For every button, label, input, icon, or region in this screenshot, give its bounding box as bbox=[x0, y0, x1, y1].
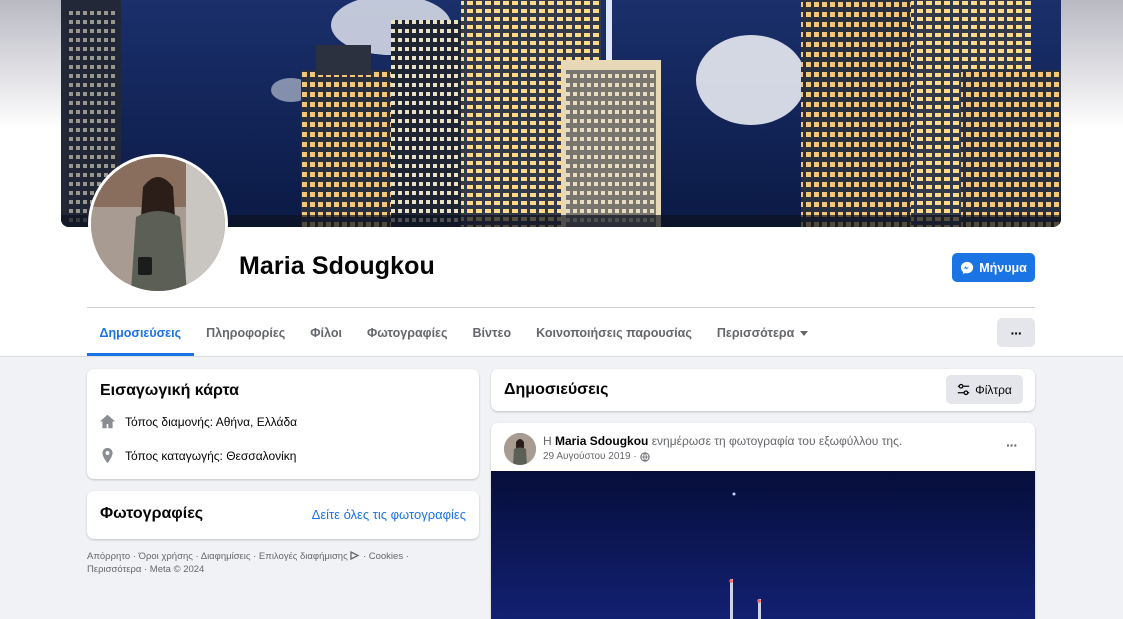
globe-icon bbox=[640, 451, 650, 462]
intro-card: Εισαγωγική κάρτα Τόπος διαμονής: Αθήνα, … bbox=[87, 369, 479, 479]
tab-more[interactable]: Περισσότερα bbox=[704, 310, 820, 356]
post-header-text: Η Maria Sdougkou ενημέρωσε τη φωτογραφία… bbox=[543, 434, 902, 448]
caret-down-icon bbox=[800, 330, 809, 336]
posts-title: Δημοσιεύσεις bbox=[504, 381, 609, 398]
more-options-button[interactable]: ··· bbox=[997, 318, 1035, 347]
home-icon bbox=[99, 414, 116, 429]
tab-friends[interactable]: Φίλοι bbox=[298, 310, 355, 356]
tab-label: Πληροφορίες bbox=[206, 326, 286, 340]
profile-header: Maria Sdougkou Μήνυμα Δημοσιεύσεις Πληρο… bbox=[0, 0, 1123, 357]
post-more-options-button[interactable]: ··· bbox=[1006, 437, 1018, 453]
post-prefix: Η bbox=[543, 434, 552, 448]
message-button-label: Μήνυμα bbox=[979, 260, 1027, 275]
photos-title: Φωτογραφίες bbox=[100, 505, 204, 522]
tab-posts[interactable]: Δημοσιεύσεις bbox=[87, 310, 194, 356]
post-cover-photo[interactable] bbox=[491, 471, 1035, 619]
messenger-icon bbox=[961, 261, 974, 274]
filters-button[interactable]: Φίλτρα bbox=[946, 375, 1023, 404]
tab-label: Φωτογραφίες bbox=[366, 326, 448, 340]
footer-links: Απόρρητο · Όροι χρήσης · Διαφημίσεις · Ε… bbox=[87, 550, 447, 576]
tab-label: Βίντεο bbox=[472, 326, 512, 340]
profile-name: Maria Sdougkou bbox=[239, 252, 435, 280]
night-sky-image bbox=[491, 471, 1035, 619]
post-card: Η Maria Sdougkou ενημέρωσε τη φωτογραφία… bbox=[491, 423, 1035, 619]
header-divider bbox=[87, 307, 1035, 308]
adchoices-icon bbox=[350, 550, 360, 561]
filter-sliders-icon bbox=[957, 383, 970, 396]
post-date[interactable]: 29 Αυγούστου 2019 · bbox=[543, 451, 637, 462]
profile-avatar[interactable] bbox=[88, 154, 228, 294]
footer-cookies[interactable]: · Cookies · bbox=[360, 551, 409, 562]
posts-header-card: Δημοσιεύσεις Φίλτρα bbox=[491, 369, 1035, 411]
footer-links-line1[interactable]: Απόρρητο · Όροι χρήσης · Διαφημίσεις · Ε… bbox=[87, 551, 348, 562]
tab-label: Φίλοι bbox=[310, 326, 342, 340]
residence-value[interactable]: Αθήνα, Ελλάδα bbox=[216, 415, 297, 429]
post-author-avatar[interactable] bbox=[504, 433, 536, 465]
residence-label: Τόπος διαμονής: bbox=[125, 414, 214, 429]
tab-label: Δημοσιεύσεις bbox=[99, 326, 182, 340]
tab-check-ins[interactable]: Κοινοποιήσεις παρουσίας bbox=[524, 310, 705, 356]
photos-card: Φωτογραφίες Δείτε όλες τις φωτογραφίες bbox=[87, 491, 479, 539]
intro-title: Εισαγωγική κάρτα bbox=[100, 382, 240, 399]
tab-videos[interactable]: Βίντεο bbox=[460, 310, 524, 356]
post-author-name[interactable]: Maria Sdougkou bbox=[555, 434, 648, 448]
footer-links-line2[interactable]: Περισσότερα · Meta © 2024 bbox=[87, 564, 204, 575]
tab-about[interactable]: Πληροφορίες bbox=[194, 310, 298, 356]
tab-label: Κοινοποιήσεις παρουσίας bbox=[536, 326, 692, 340]
residence-row: Τόπος διαμονής: Αθήνα, Ελλάδα bbox=[99, 413, 297, 430]
post-meta: 29 Αυγούστου 2019 · bbox=[543, 451, 650, 462]
origin-row: Τόπος καταγωγής: Θεσσαλονίκη bbox=[99, 447, 296, 464]
profile-tabs: Δημοσιεύσεις Πληροφορίες Φίλοι Φωτογραφί… bbox=[87, 310, 821, 356]
message-button[interactable]: Μήνυμα bbox=[952, 253, 1035, 282]
location-pin-icon bbox=[102, 447, 113, 464]
origin-value[interactable]: Θεσσαλονίκη bbox=[226, 449, 296, 463]
filters-label: Φίλτρα bbox=[975, 382, 1012, 397]
origin-label: Τόπος καταγωγής: bbox=[125, 448, 223, 463]
post-action: ενημέρωσε τη φωτογραφία του εξωφύλλου τη… bbox=[651, 434, 903, 448]
tab-photos[interactable]: Φωτογραφίες bbox=[354, 310, 460, 356]
see-all-photos-link[interactable]: Δείτε όλες τις φωτογραφίες bbox=[312, 507, 466, 522]
tab-label: Περισσότερα bbox=[716, 326, 795, 340]
